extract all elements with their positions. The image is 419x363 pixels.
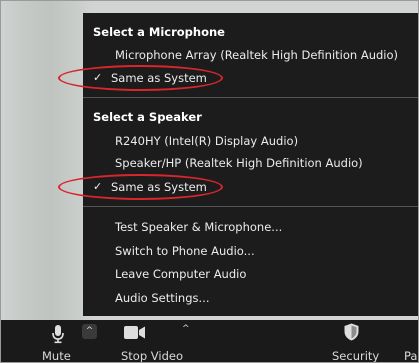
stop-video-label[interactable]: Stop Video bbox=[121, 349, 183, 362]
menu-item-leave-computer-audio[interactable]: Leave Computer Audio bbox=[83, 263, 418, 285]
microphone-section-header: Select a Microphone bbox=[93, 25, 225, 39]
chevron-up-icon: ^ bbox=[85, 326, 94, 336]
red-highlight-circle bbox=[58, 174, 223, 200]
security-label[interactable]: Security bbox=[332, 349, 379, 362]
menu-item-speaker-realtek[interactable]: Speaker/HP (Realtek High Definition Audi… bbox=[83, 152, 418, 174]
menu-item-label: Leave Computer Audio bbox=[115, 267, 247, 281]
menu-divider bbox=[83, 97, 418, 98]
chevron-up-icon[interactable]: ^ bbox=[182, 324, 190, 334]
menu-item-switch-to-phone-audio[interactable]: Switch to Phone Audio... bbox=[83, 240, 418, 262]
menu-item-microphone-array[interactable]: Microphone Array (Realtek High Definitio… bbox=[83, 44, 418, 66]
audio-options-caret-button[interactable]: ^ bbox=[82, 324, 97, 339]
menu-item-label: Switch to Phone Audio... bbox=[115, 244, 255, 258]
menu-item-label: R240HY (Intel(R) Display Audio) bbox=[115, 134, 299, 148]
menu-item-label: Speaker/HP (Realtek High Definition Audi… bbox=[115, 156, 363, 170]
speaker-section-header: Select a Speaker bbox=[93, 110, 202, 124]
microphone-icon[interactable] bbox=[51, 324, 65, 344]
mute-label[interactable]: Mute bbox=[42, 349, 71, 362]
menu-divider bbox=[83, 206, 418, 207]
participants-label[interactable]: Pa bbox=[404, 349, 417, 362]
red-highlight-circle bbox=[58, 65, 223, 91]
shield-icon[interactable] bbox=[344, 323, 359, 341]
menu-item-speaker-r240hy[interactable]: R240HY (Intel(R) Display Audio) bbox=[83, 130, 418, 152]
menu-item-label: Microphone Array (Realtek High Definitio… bbox=[115, 48, 399, 62]
meeting-toolbar: ^ Mute ^ Stop Video Security Pa bbox=[1, 320, 418, 362]
menu-item-label: Test Speaker & Microphone... bbox=[115, 220, 283, 234]
audio-options-menu: Select a Microphone Microphone Array (Re… bbox=[83, 13, 418, 316]
video-camera-icon[interactable] bbox=[124, 326, 146, 339]
zoom-window: Select a Microphone Microphone Array (Re… bbox=[0, 0, 419, 363]
menu-item-audio-settings[interactable]: Audio Settings... bbox=[83, 287, 418, 309]
menu-item-label: Audio Settings... bbox=[115, 291, 210, 305]
menu-item-test-speaker-mic[interactable]: Test Speaker & Microphone... bbox=[83, 216, 418, 238]
